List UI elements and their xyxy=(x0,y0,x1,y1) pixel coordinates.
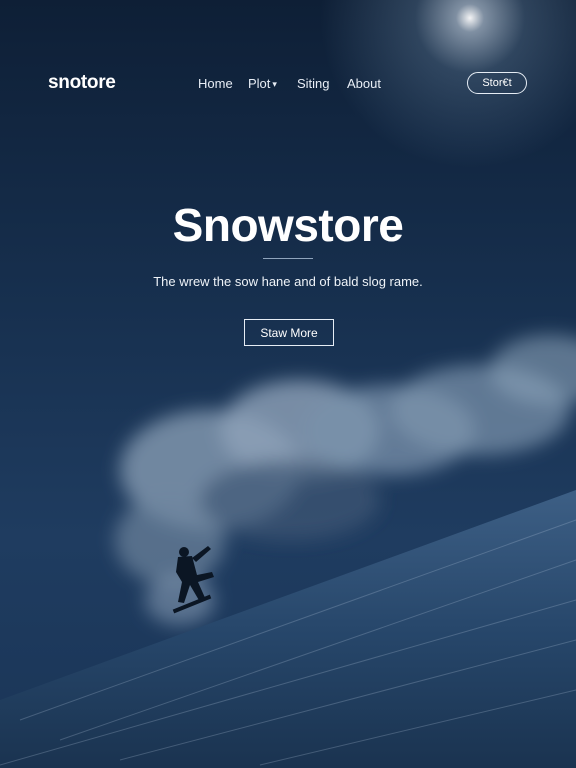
show-more-button[interactable]: Staw More xyxy=(244,319,334,346)
hero-subtitle: The wrew the sow hane and of bald slog r… xyxy=(153,274,423,289)
nav-link-home[interactable]: Home xyxy=(198,76,233,91)
nav-link-siting[interactable]: Siting xyxy=(297,76,330,91)
hero-title: Snowstore xyxy=(172,199,404,251)
top-navbar: snotore Home Plot ▾ Siting About Stor€t xyxy=(0,0,576,168)
start-button[interactable]: Stor€t xyxy=(467,72,527,94)
chevron-down-icon: ▾ xyxy=(272,79,277,89)
title-divider xyxy=(263,258,313,259)
nav-link-plot-label: Plot xyxy=(248,76,271,91)
nav-link-about[interactable]: About xyxy=(347,76,381,91)
nav-link-plot[interactable]: Plot ▾ xyxy=(248,76,277,91)
